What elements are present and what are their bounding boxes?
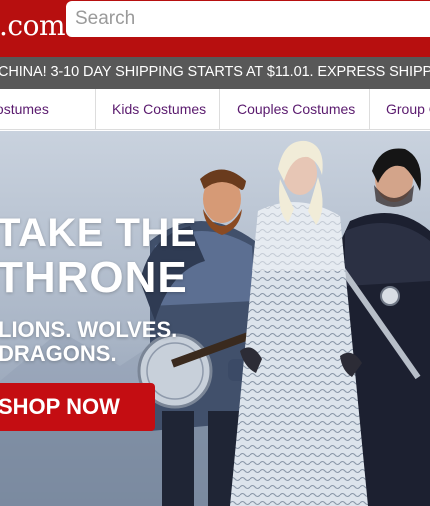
hero-banner[interactable]: TAKE THE THRONE LIONS. WOLVES. DRAGONS. …	[0, 131, 430, 506]
nav-divider	[95, 89, 96, 129]
nav-divider	[219, 89, 220, 129]
nav-group-costumes[interactable]: Group Costumes	[386, 89, 430, 129]
search-bar[interactable]	[66, 1, 430, 37]
site-header: .com	[0, 0, 430, 57]
hero-headline-line2: THRONE	[0, 253, 188, 302]
nav-divider	[369, 89, 370, 129]
shipping-banner: CHINA! 3-10 DAY SHIPPING STARTS AT $11.0…	[0, 57, 430, 89]
nav-couples-costumes[interactable]: Couples Costumes	[237, 89, 355, 129]
shipping-banner-text: CHINA! 3-10 DAY SHIPPING STARTS AT $11.0…	[0, 64, 430, 80]
hero-subline-1: LIONS. WOLVES.	[0, 317, 178, 342]
hero-headline-line1: TAKE THE	[0, 211, 198, 255]
nav-adult-costumes[interactable]: Adult Costumes	[0, 89, 49, 129]
shop-now-button[interactable]: SHOP NOW	[0, 383, 155, 431]
category-nav: Adult Costumes Kids Costumes Couples Cos…	[0, 89, 430, 130]
search-input[interactable]	[75, 5, 395, 33]
hero-subline-2: DRAGONS.	[0, 341, 117, 366]
nav-kids-costumes[interactable]: Kids Costumes	[112, 89, 206, 129]
site-logo[interactable]: .com	[0, 9, 66, 42]
